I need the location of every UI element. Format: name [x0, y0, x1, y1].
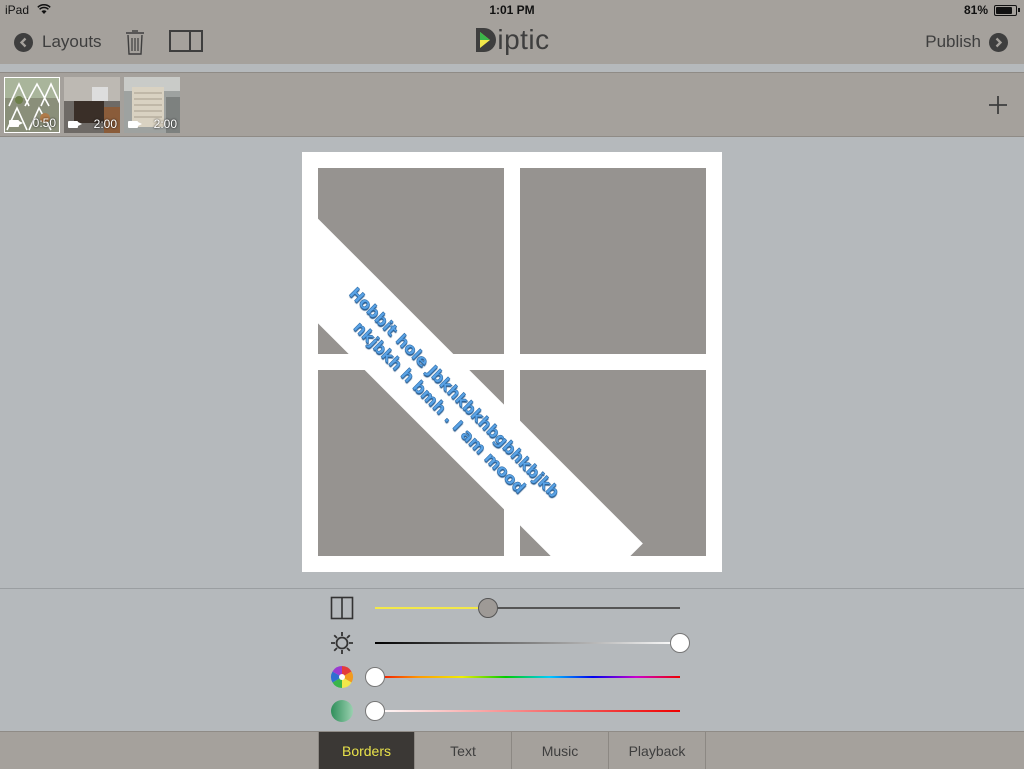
- media-thumbnail[interactable]: 0:50: [4, 77, 60, 133]
- brightness-slider-knob[interactable]: [670, 633, 690, 653]
- hue-slider-track: [375, 676, 680, 678]
- collage-canvas: Hobbit hole Jbkhkbkhbgbhkbjkb nkjbkh h b…: [302, 152, 722, 572]
- app-logo: iptic: [0, 24, 1024, 56]
- battery-tip: [1018, 8, 1020, 12]
- tab-bar: Borders Text Music Playback: [0, 731, 1024, 769]
- add-media-icon[interactable]: [988, 95, 1008, 115]
- video-camera-icon: [68, 121, 82, 128]
- border-slider-fill: [375, 607, 488, 609]
- saturation-icon: [331, 700, 353, 722]
- video-camera-icon: [128, 121, 142, 128]
- battery-level: [996, 7, 1012, 14]
- tab-borders[interactable]: Borders: [318, 732, 415, 769]
- brightness-slider-track: [375, 642, 680, 644]
- strip-separator: [0, 64, 1024, 72]
- media-strip: 0:50 2:00 2:00: [0, 72, 1024, 137]
- collage-cell[interactable]: [520, 168, 706, 354]
- chevron-right-icon: [989, 32, 1008, 52]
- media-thumbnail[interactable]: 2:00: [64, 77, 120, 133]
- brightness-icon: [331, 632, 353, 654]
- publish-button-label: Publish: [925, 32, 981, 51]
- status-battery-percent: 81%: [963, 3, 988, 17]
- navigation-bar: iPad 1:01 PM 81% Layouts iptic Publish: [0, 0, 1024, 64]
- saturation-slider-knob[interactable]: [365, 701, 385, 721]
- saturation-slider-track: [375, 710, 680, 712]
- controls-divider: [0, 588, 1024, 589]
- diptic-logo-icon: [476, 28, 497, 52]
- media-thumbnail[interactable]: 2:00: [124, 77, 180, 133]
- video-duration: 2:00: [153, 117, 177, 131]
- status-time: 1:01 PM: [489, 3, 535, 17]
- tab-text[interactable]: Text: [415, 732, 512, 769]
- video-duration: 0:50: [32, 116, 56, 130]
- border-width-icon: [330, 596, 354, 620]
- tab-music[interactable]: Music: [512, 732, 609, 769]
- hue-slider-knob[interactable]: [365, 667, 385, 687]
- video-camera-icon: [9, 120, 23, 127]
- color-wheel-icon: [331, 666, 353, 688]
- battery-icon: [994, 5, 1017, 16]
- border-slider-knob[interactable]: [477, 598, 498, 618]
- publish-button[interactable]: Publish: [925, 30, 1008, 54]
- video-duration: 2:00: [93, 117, 117, 131]
- tab-playback[interactable]: Playback: [609, 732, 706, 769]
- app-title: iptic: [497, 24, 550, 55]
